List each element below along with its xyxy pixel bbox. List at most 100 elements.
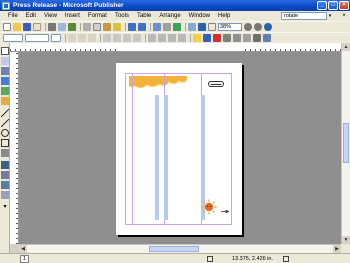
page-navigation-tab[interactable]: 1 bbox=[20, 255, 29, 263]
align-center-icon[interactable] bbox=[113, 34, 121, 42]
window-title: Press Release - Microsoft Publisher bbox=[13, 2, 124, 9]
scroll-up-arrow-icon[interactable]: ▲ bbox=[342, 43, 350, 51]
columns-icon[interactable] bbox=[188, 23, 196, 31]
autoshapes-icon[interactable] bbox=[1, 149, 9, 157]
font-size-dropdown-icon[interactable] bbox=[51, 34, 61, 42]
text-column[interactable] bbox=[164, 95, 168, 220]
form-control-icon[interactable] bbox=[1, 171, 9, 179]
help-icon[interactable] bbox=[264, 23, 272, 31]
save-icon[interactable] bbox=[23, 23, 31, 31]
toolbar-separator bbox=[185, 23, 186, 31]
zoom-in-icon[interactable] bbox=[254, 23, 262, 31]
zoom-out-icon[interactable] bbox=[244, 23, 252, 31]
picture-frame-icon[interactable] bbox=[1, 87, 9, 95]
vertical-scrollbar[interactable]: ▲ ▼ bbox=[341, 43, 350, 244]
hot-spot-icon[interactable] bbox=[1, 161, 9, 169]
chevron-down-icon[interactable]: ▾ bbox=[1, 203, 9, 211]
zoom-field[interactable]: 38% bbox=[218, 23, 242, 31]
email-icon[interactable] bbox=[33, 23, 41, 31]
oval-icon[interactable] bbox=[1, 129, 9, 137]
menu-format[interactable]: Format bbox=[84, 13, 111, 19]
spelling-icon[interactable] bbox=[68, 23, 76, 31]
style-dropdown-icon[interactable] bbox=[3, 34, 23, 42]
send-to-back-icon[interactable] bbox=[163, 23, 171, 31]
menu-bar: File Edit View Insert Format Tools Table… bbox=[0, 11, 350, 21]
menu-tools[interactable]: Tools bbox=[111, 13, 133, 19]
text-box-icon[interactable] bbox=[1, 57, 9, 65]
menu-insert[interactable]: Insert bbox=[61, 13, 84, 19]
bring-to-front-icon[interactable] bbox=[153, 23, 161, 31]
menu-view[interactable]: View bbox=[40, 13, 61, 19]
show-special-characters-icon[interactable] bbox=[208, 23, 216, 31]
design-gallery-object-icon[interactable] bbox=[1, 191, 9, 199]
insert-hyperlink-icon[interactable] bbox=[198, 23, 206, 31]
document-close-button[interactable]: × bbox=[340, 12, 348, 20]
shadow-style-icon[interactable] bbox=[253, 34, 261, 42]
vertical-ruler[interactable] bbox=[10, 52, 19, 244]
publication-page[interactable] bbox=[116, 63, 242, 235]
format-painter-icon[interactable] bbox=[113, 23, 121, 31]
arrow-style-icon[interactable] bbox=[243, 34, 251, 42]
open-icon[interactable] bbox=[13, 23, 21, 31]
line-icon[interactable] bbox=[1, 109, 9, 117]
increase-indent-icon[interactable] bbox=[178, 34, 186, 42]
workspace[interactable] bbox=[19, 52, 341, 244]
menu-table[interactable]: Table bbox=[133, 13, 155, 19]
minimize-button[interactable]: _ bbox=[317, 1, 327, 10]
cut-icon[interactable] bbox=[83, 23, 91, 31]
numbering-icon[interactable] bbox=[148, 34, 156, 42]
horizontal-scrollbar[interactable]: ◀ ▶ bbox=[19, 244, 341, 253]
align-right-icon[interactable] bbox=[123, 34, 131, 42]
redo-icon[interactable] bbox=[138, 23, 146, 31]
menu-file[interactable]: File bbox=[4, 13, 22, 19]
line-color-icon[interactable] bbox=[203, 34, 211, 42]
paste-icon[interactable] bbox=[103, 23, 111, 31]
publisher-app-icon[interactable] bbox=[2, 1, 10, 10]
horizontal-ruler[interactable] bbox=[10, 43, 350, 52]
select-objects-icon[interactable] bbox=[1, 47, 9, 55]
maximize-button[interactable]: □ bbox=[328, 1, 338, 10]
menu-window[interactable]: Window bbox=[185, 13, 214, 19]
html-code-fragment-icon[interactable] bbox=[1, 181, 9, 189]
rectangle-icon[interactable] bbox=[1, 139, 9, 147]
horizontal-scroll-thumb[interactable] bbox=[149, 246, 199, 252]
scroll-down-arrow-icon[interactable]: ▼ bbox=[342, 236, 350, 244]
menu-edit[interactable]: Edit bbox=[22, 13, 40, 19]
justify-icon[interactable] bbox=[133, 34, 141, 42]
scroll-left-arrow-icon[interactable]: ◀ bbox=[19, 245, 27, 253]
scroll-right-arrow-icon[interactable]: ▶ bbox=[333, 245, 341, 253]
standard-toolbar: 38% bbox=[0, 21, 350, 32]
sun-graphic[interactable] bbox=[201, 199, 217, 215]
copy-icon[interactable] bbox=[93, 23, 101, 31]
underline-icon[interactable] bbox=[88, 34, 96, 42]
ask-question-box[interactable]: rotate bbox=[281, 12, 327, 20]
print-icon[interactable] bbox=[48, 23, 56, 31]
insert-table-icon[interactable] bbox=[1, 67, 9, 75]
wordart-icon[interactable] bbox=[1, 77, 9, 85]
ask-question-dropdown-icon[interactable]: ▾ bbox=[327, 12, 333, 20]
arrow-icon[interactable] bbox=[1, 119, 9, 127]
3d-style-icon[interactable] bbox=[263, 34, 271, 42]
menu-help[interactable]: Help bbox=[214, 13, 234, 19]
undo-icon[interactable] bbox=[128, 23, 136, 31]
decrease-indent-icon[interactable] bbox=[168, 34, 176, 42]
menu-arrange[interactable]: Arrange bbox=[155, 13, 184, 19]
vertical-scroll-thumb[interactable] bbox=[343, 123, 349, 163]
bold-icon[interactable] bbox=[68, 34, 76, 42]
line-style-icon[interactable] bbox=[223, 34, 231, 42]
close-button[interactable]: × bbox=[339, 1, 349, 10]
dash-style-icon[interactable] bbox=[233, 34, 241, 42]
align-left-icon[interactable] bbox=[103, 34, 111, 42]
font-color-icon[interactable] bbox=[213, 34, 221, 42]
bullets-icon[interactable] bbox=[158, 34, 166, 42]
print-preview-icon[interactable] bbox=[58, 23, 66, 31]
fill-color-icon[interactable] bbox=[193, 34, 201, 42]
toolbar-separator bbox=[145, 34, 146, 42]
new-icon[interactable] bbox=[3, 23, 11, 31]
italic-icon[interactable] bbox=[78, 34, 86, 42]
text-column[interactable] bbox=[155, 95, 159, 220]
clip-art-icon[interactable] bbox=[1, 97, 9, 105]
rotate-icon[interactable] bbox=[173, 23, 181, 31]
font-dropdown-icon[interactable] bbox=[25, 34, 49, 42]
small-arrow-graphic[interactable] bbox=[221, 210, 229, 213]
